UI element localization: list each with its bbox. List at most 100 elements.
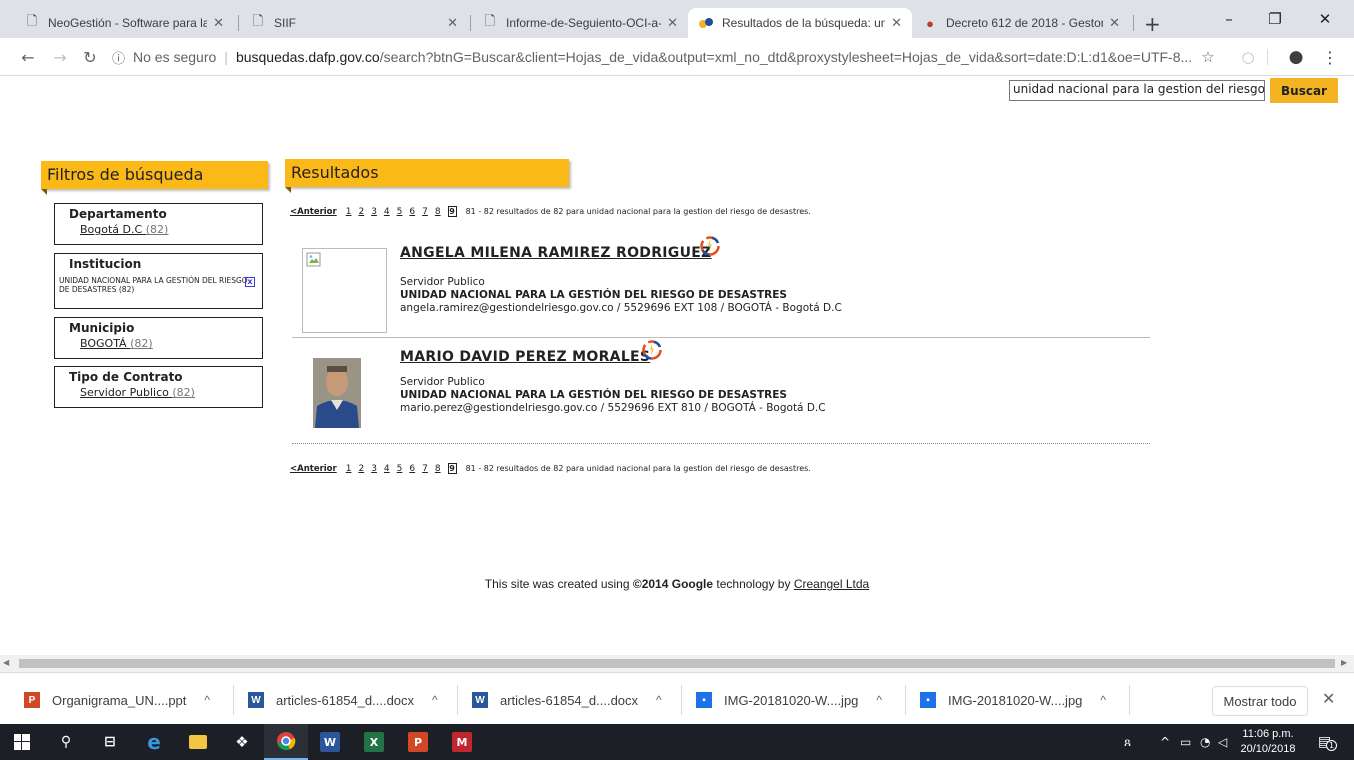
pager-page-2[interactable]: 2 [358,464,364,474]
pager-page-6[interactable]: 6 [409,207,415,217]
scroll-left-icon[interactable]: ◀ [3,658,9,667]
pager-page-1[interactable]: 1 [346,464,352,474]
window-close-icon[interactable]: ✕ [1302,6,1348,32]
search-button[interactable]: Buscar [1270,78,1338,103]
chevron-up-icon[interactable]: ^ [876,693,882,707]
show-all-downloads-button[interactable]: Mostrar todo [1212,686,1308,716]
tab-resultados[interactable]: Resultados de la búsqueda: un ✕ [688,8,912,38]
download-divider [905,685,906,715]
chevron-up-icon[interactable]: ^ [1100,693,1106,707]
result-name-link[interactable]: ANGELA MILENA RAMIREZ RODRIGUEZ [400,245,712,261]
result-type: Servidor Publico [400,276,485,288]
pager-previous-link[interactable]: <Anterior [290,464,337,474]
file-explorer-icon[interactable] [176,724,220,760]
pager-page-2[interactable]: 2 [358,207,364,217]
document-icon: 🗋 [252,13,264,28]
clock-date: 20/10/2018 [1240,743,1296,755]
forward-arrow-icon[interactable]: → [50,47,70,67]
tab-informe[interactable]: 🗋 Informe-de-Seguiento-OCI-a- ✕ [472,8,688,38]
edge-icon[interactable]: e [132,724,176,760]
task-view-icon[interactable]: ⊟ [88,724,132,760]
chevron-up-icon[interactable]: ^ [204,693,210,707]
result-item: MARIO DAVID PEREZ MORALES Servidor Publi… [292,339,1150,443]
system-clock[interactable]: 11:06 p.m. 20/10/2018 [1238,727,1298,757]
word-icon[interactable]: W [308,724,352,760]
pager-page-5[interactable]: 5 [397,207,403,217]
notification-icon[interactable]: ▤ 1 [1318,724,1338,760]
filter-link-bogota-dc[interactable]: Bogotá D.C (82) [80,223,262,236]
battery-icon[interactable]: ▭ [1180,724,1191,760]
filter-title: Tipo de Contrato [69,370,183,384]
pager-page-8[interactable]: 8 [435,464,441,474]
download-item[interactable]: W articles-61854_d....docx ^ [248,687,438,713]
pager-page-1[interactable]: 1 [346,207,352,217]
extension-icon[interactable]: ○ [1238,47,1258,67]
page-content: unidad nacional para la gestion del ries… [0,77,1354,654]
restore-icon[interactable]: ❐ [1252,6,1298,32]
close-icon[interactable]: ✕ [667,15,678,31]
powerpoint-icon[interactable]: P [396,724,440,760]
remove-filter-icon[interactable]: x [245,277,255,287]
pager-page-5[interactable]: 5 [397,464,403,474]
download-item[interactable]: ▪ IMG-20181020-W....jpg ^ [920,687,1106,713]
filter-link-servidor-publico[interactable]: Servidor Publico (82) [80,386,262,399]
bookmark-star-icon[interactable]: ☆ [1198,47,1218,67]
volume-icon[interactable]: ◁ [1218,724,1227,760]
download-divider [1129,685,1130,715]
scrollbar-thumb[interactable] [19,659,1335,668]
minimize-icon[interactable]: – [1206,6,1252,32]
people-icon[interactable]: ጸ [1124,724,1131,760]
tab-divider [238,15,239,31]
pager-page-7[interactable]: 7 [422,464,428,474]
footer-brand: ©2014 Google [632,577,714,591]
chevron-up-icon[interactable]: ^ [432,693,438,707]
tab-decreto[interactable]: ● Decreto 612 de 2018 - Gestor ✕ [912,8,1130,38]
pager-page-7[interactable]: 7 [422,207,428,217]
footer-link[interactable]: Creangel Ltda [794,577,869,591]
info-icon[interactable]: ⓘ [112,48,125,67]
chevron-up-icon[interactable]: ^ [656,693,662,707]
new-tab-button[interactable]: + [1144,12,1161,36]
dropbox-icon[interactable]: ❖ [220,724,264,760]
site-logo-icon [698,15,714,31]
search-icon[interactable]: ⚲ [44,724,88,760]
download-item[interactable]: ▪ IMG-20181020-W....jpg ^ [696,687,882,713]
pager-page-8[interactable]: 8 [435,207,441,217]
start-icon[interactable] [0,724,44,760]
profile-icon[interactable]: ● [1286,47,1306,67]
filter-link-bogota[interactable]: BOGOTÁ (82) [80,337,262,350]
pager-page-4[interactable]: 4 [384,464,390,474]
download-item[interactable]: P Organigrama_UN....ppt ^ [24,687,210,713]
pager-page-6[interactable]: 6 [409,464,415,474]
scroll-right-icon[interactable]: ▶ [1341,658,1347,667]
broken-image-icon [302,248,387,333]
tab-title: Informe-de-Seguiento-OCI-a- [506,16,662,30]
pager-page-3[interactable]: 3 [371,464,377,474]
close-icon[interactable]: ✕ [213,15,224,31]
tab-neogestion[interactable]: 🗋 NeoGestión - Software para la ✕ [14,8,234,38]
tray-chevron-icon[interactable]: ^ [1160,724,1170,760]
search-input[interactable]: unidad nacional para la gestion del ries… [1009,80,1265,101]
reload-icon[interactable]: ↻ [80,47,100,67]
pager-page-4[interactable]: 4 [384,207,390,217]
tab-siif[interactable]: 🗋 SIIF ✕ [240,8,468,38]
wifi-icon[interactable]: ◔ [1200,724,1210,760]
address-bar[interactable]: ⓘ No es seguro | busquedas.dafp.gov.co/s… [112,44,1212,70]
tab-title: Decreto 612 de 2018 - Gestor [946,16,1104,30]
antivirus-icon[interactable]: M [440,724,484,760]
back-arrow-icon[interactable]: ← [18,47,38,67]
download-filename: IMG-20181020-W....jpg [948,692,1083,708]
download-item[interactable]: W articles-61854_d....docx ^ [472,687,662,713]
chrome-icon[interactable] [264,724,308,760]
horizontal-scrollbar[interactable]: ◀ ▶ [0,655,1354,672]
result-name-link[interactable]: MARIO DAVID PEREZ MORALES [400,349,650,365]
menu-icon[interactable]: ⋮ [1320,47,1340,67]
pager-page-3[interactable]: 3 [371,207,377,217]
close-icon[interactable]: ✕ [891,15,902,31]
excel-icon[interactable]: X [352,724,396,760]
pager-previous-link[interactable]: <Anterior [290,207,337,217]
close-icon[interactable]: ✕ [1109,15,1120,31]
close-icon[interactable]: ✕ [447,15,458,31]
result-type: Servidor Publico [400,376,485,388]
close-icon[interactable]: ✕ [1322,689,1335,708]
